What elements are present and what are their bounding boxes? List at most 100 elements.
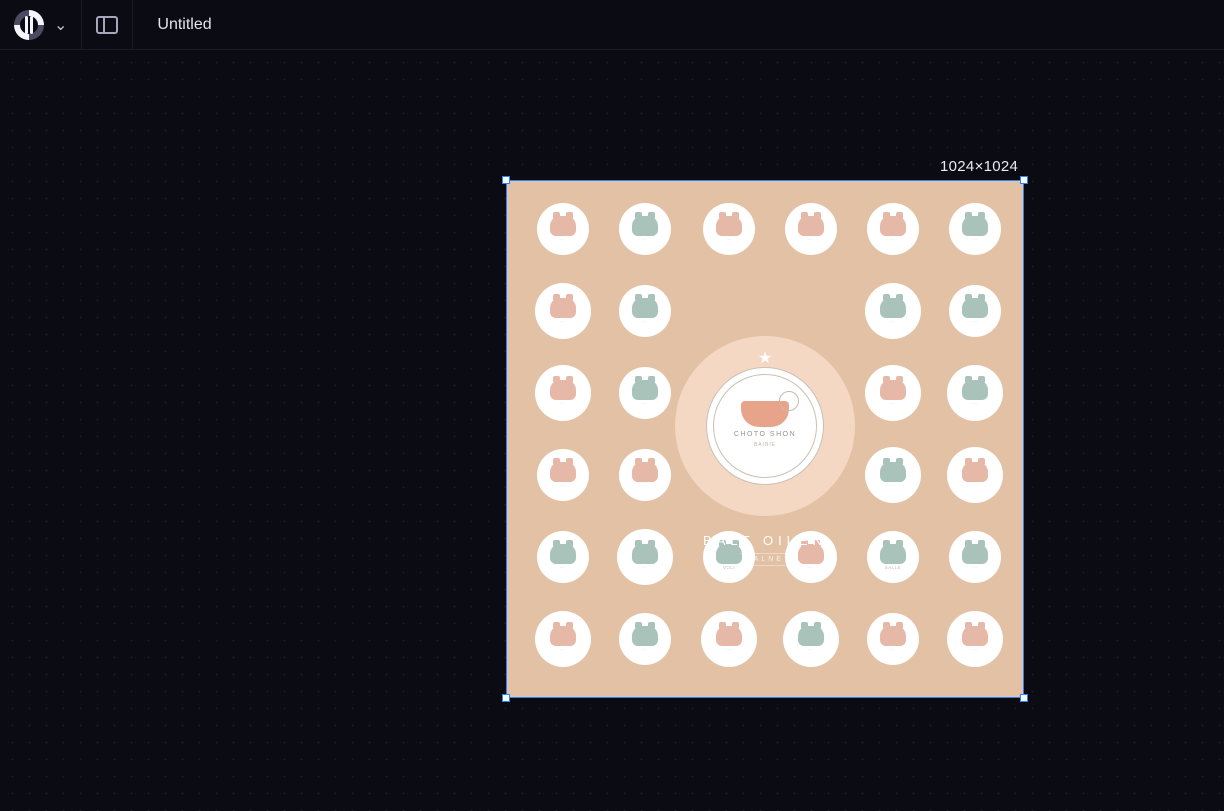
badge-item: ··· bbox=[867, 203, 919, 255]
badge-label: ··· bbox=[808, 238, 814, 243]
badge-item: ··· bbox=[867, 285, 919, 337]
topbar: ⌄ Untitled bbox=[0, 0, 1224, 50]
badge-item: ··· bbox=[949, 531, 1001, 583]
badge-item: ··· bbox=[867, 449, 919, 501]
animal-icon bbox=[716, 626, 742, 646]
animal-icon bbox=[550, 216, 576, 236]
badge-item: ··· bbox=[785, 613, 837, 665]
animal-icon bbox=[880, 298, 906, 318]
chevron-down-icon: ⌄ bbox=[54, 15, 67, 35]
badge-label: ··· bbox=[890, 402, 896, 407]
artboard-dimensions-label: 1024×1024 bbox=[940, 158, 1018, 175]
badge-item: ··· bbox=[537, 367, 589, 419]
badge-item: ··· bbox=[619, 367, 671, 419]
badge-label: ··· bbox=[560, 402, 566, 407]
badge-item: ··· bbox=[949, 285, 1001, 337]
medallion-title: CHOTO SHON bbox=[734, 431, 796, 438]
badge-label: SALLE bbox=[885, 566, 902, 571]
star-icon: ★ bbox=[758, 348, 772, 368]
badge-label: ··· bbox=[808, 566, 814, 571]
badge-label: ··· bbox=[726, 648, 732, 653]
badge-label: ··· bbox=[972, 566, 978, 571]
animal-icon bbox=[880, 462, 906, 482]
badge-item: ··· bbox=[949, 203, 1001, 255]
badge-item: ··· bbox=[619, 203, 671, 255]
animal-icon bbox=[962, 626, 988, 646]
animal-icon bbox=[632, 380, 658, 400]
badge-item: ··· bbox=[867, 367, 919, 419]
badge-label: ··· bbox=[642, 648, 648, 653]
brand-text: BALT OILEN BALNE bbox=[703, 533, 827, 566]
document-title[interactable]: Untitled bbox=[133, 16, 211, 34]
badge-label: ··· bbox=[560, 566, 566, 571]
badge-label: ··· bbox=[972, 648, 978, 653]
artboard-content[interactable]: ··· ··· ··· ··· ··· ··· ··· ··· ··· ··· ··· ··· ··· ·… bbox=[507, 181, 1023, 697]
badge-label: VOLI bbox=[723, 566, 735, 571]
app-menu-button[interactable]: ⌄ bbox=[0, 0, 82, 50]
animal-icon bbox=[962, 380, 988, 400]
animal-icon bbox=[962, 544, 988, 564]
badge-label: ··· bbox=[808, 648, 814, 653]
badge-label: ··· bbox=[726, 238, 732, 243]
animal-icon bbox=[632, 462, 658, 482]
badge-label: ··· bbox=[642, 484, 648, 489]
badge-label: ··· bbox=[890, 648, 896, 653]
badge-label: ··· bbox=[972, 402, 978, 407]
medallion-subtitle: BAIBIE bbox=[754, 442, 776, 448]
badge-item: ··· bbox=[785, 203, 837, 255]
animal-icon bbox=[962, 462, 988, 482]
badge-label: ··· bbox=[890, 238, 896, 243]
panel-icon bbox=[96, 16, 118, 34]
animal-icon bbox=[632, 544, 658, 564]
badge-item: ··· bbox=[619, 531, 671, 583]
badge-item: ··· bbox=[537, 613, 589, 665]
badge-label: ··· bbox=[642, 320, 648, 325]
animal-icon bbox=[550, 298, 576, 318]
badge-label: ··· bbox=[972, 320, 978, 325]
brand-subtitle: BALNE bbox=[740, 553, 790, 566]
animal-icon bbox=[632, 626, 658, 646]
badge-item: ··· bbox=[703, 613, 755, 665]
animal-icon bbox=[880, 380, 906, 400]
badge-item: SALLE bbox=[867, 531, 919, 583]
badge-label: ··· bbox=[560, 648, 566, 653]
animal-icon bbox=[632, 298, 658, 318]
animal-icon bbox=[880, 626, 906, 646]
badge-label: ··· bbox=[642, 402, 648, 407]
badge-item: ··· bbox=[537, 285, 589, 337]
badge-item: ··· bbox=[867, 613, 919, 665]
badge-item: ··· bbox=[619, 449, 671, 501]
badge-label: ··· bbox=[560, 320, 566, 325]
app-logo-icon bbox=[14, 10, 44, 40]
badge-label: ··· bbox=[972, 484, 978, 489]
animal-icon bbox=[798, 626, 824, 646]
animal-icon bbox=[716, 216, 742, 236]
badge-label: ··· bbox=[642, 238, 648, 243]
animal-icon bbox=[880, 544, 906, 564]
badge-item: ··· bbox=[537, 203, 589, 255]
badge-item: ··· bbox=[619, 613, 671, 665]
animal-icon bbox=[962, 298, 988, 318]
animal-icon bbox=[550, 626, 576, 646]
panel-toggle-button[interactable] bbox=[82, 0, 133, 50]
animal-icon bbox=[632, 216, 658, 236]
animal-icon bbox=[880, 216, 906, 236]
center-medallion: ★ CHOTO SHON BAIBIE bbox=[675, 336, 855, 516]
badge-label: ··· bbox=[560, 484, 566, 489]
tub-icon bbox=[741, 401, 789, 427]
brand-name: BALT OILEN bbox=[703, 533, 827, 548]
animal-icon bbox=[962, 216, 988, 236]
animal-icon bbox=[550, 380, 576, 400]
badge-item: ··· bbox=[619, 285, 671, 337]
animal-icon bbox=[798, 216, 824, 236]
badge-label: ··· bbox=[972, 238, 978, 243]
badge-item: ··· bbox=[703, 203, 755, 255]
badge-item: ··· bbox=[537, 449, 589, 501]
badge-label: ··· bbox=[642, 566, 648, 571]
badge-item: ··· bbox=[949, 613, 1001, 665]
badge-label: ··· bbox=[890, 320, 896, 325]
badge-item: ··· bbox=[949, 367, 1001, 419]
badge-item: ··· bbox=[537, 531, 589, 583]
animal-icon bbox=[550, 544, 576, 564]
badge-label: ··· bbox=[890, 484, 896, 489]
